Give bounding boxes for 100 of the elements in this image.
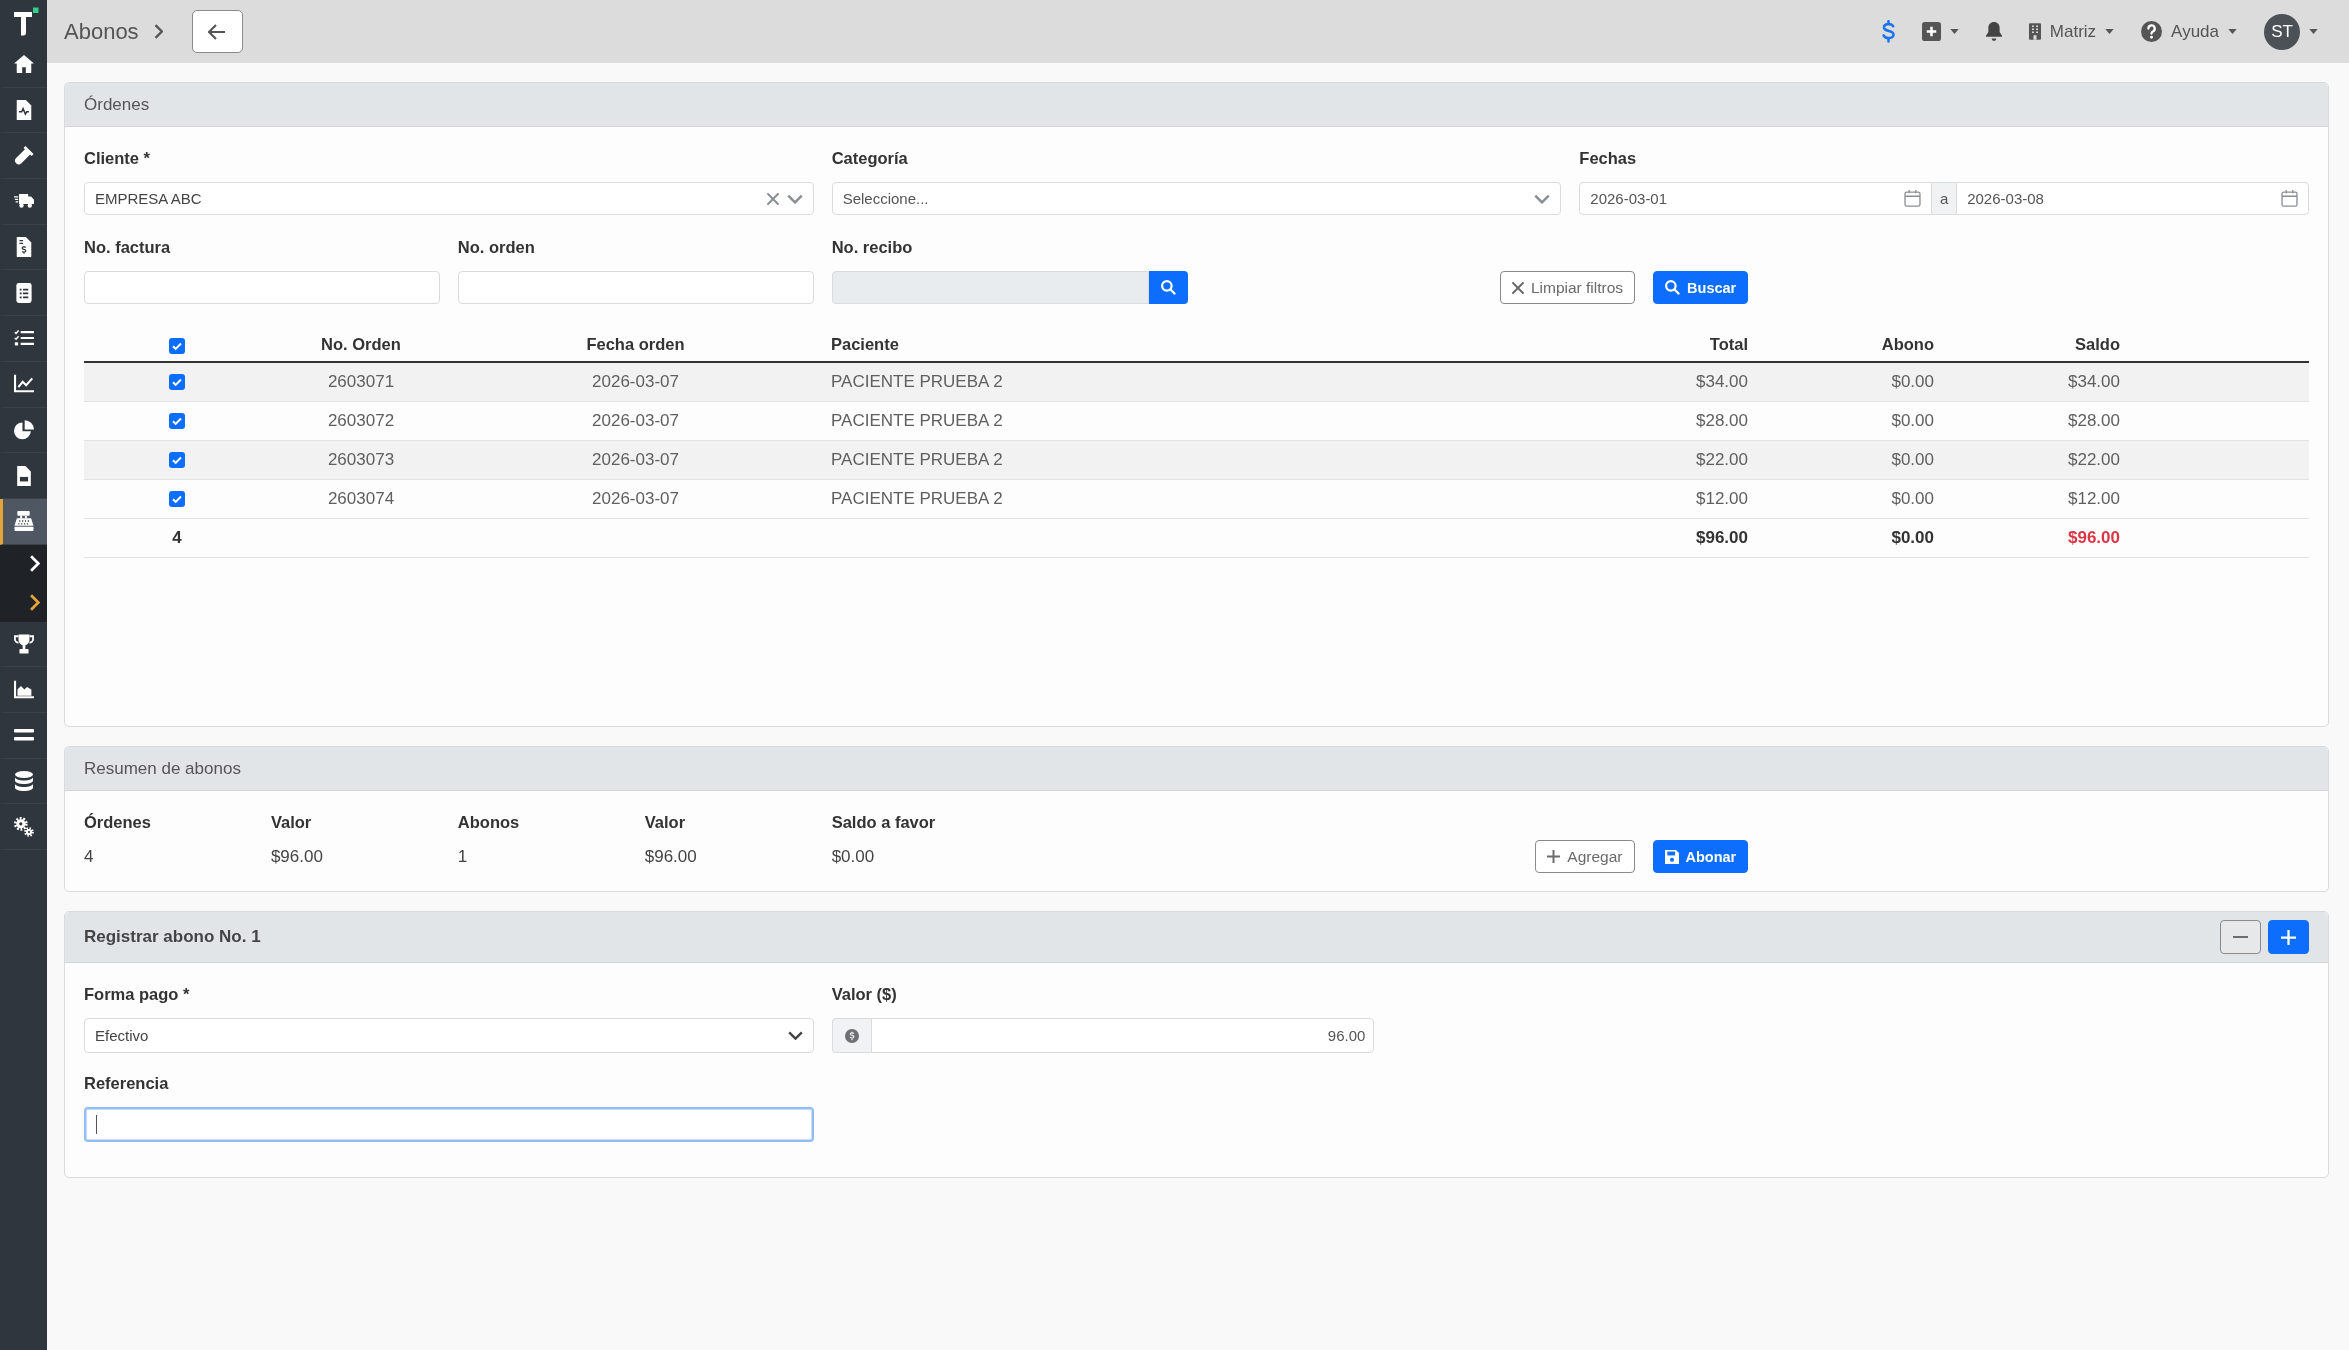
field-label: Referencia bbox=[84, 1073, 170, 1094]
test-tube-icon bbox=[13, 145, 34, 166]
table-cell: $34.00 bbox=[1696, 371, 1748, 391]
user-menu-button[interactable]: ST bbox=[2264, 13, 2318, 50]
caret-icon bbox=[1949, 29, 1959, 34]
amount-field[interactable]: 96.00 bbox=[870, 1018, 1375, 1053]
table-cell: 2026-03-07 bbox=[592, 488, 679, 508]
remove-button[interactable] bbox=[2220, 920, 2261, 954]
add-menu-button[interactable] bbox=[1921, 22, 1959, 41]
summary-label: Abonos bbox=[457, 812, 521, 833]
add-button[interactable]: Agregar bbox=[1535, 840, 1635, 873]
table-cell: $34.00 bbox=[2068, 371, 2120, 391]
back-button[interactable] bbox=[191, 10, 243, 53]
table-cell: 2026-03-07 bbox=[592, 449, 679, 469]
card-title: Órdenes bbox=[84, 94, 150, 115]
column-header: Fecha orden bbox=[586, 335, 685, 353]
table-cell: 2026-03-07 bbox=[592, 410, 679, 430]
chevron-down-icon bbox=[787, 1031, 803, 1040]
table-cell: PACIENTE PRUEBA 2 bbox=[831, 449, 1003, 469]
chevron-down-icon bbox=[1534, 193, 1551, 204]
close-icon bbox=[1511, 281, 1524, 294]
question-circle-icon bbox=[2141, 21, 2163, 42]
column-header: Abono bbox=[1881, 335, 1934, 353]
sidebar-toggle[interactable] bbox=[0, 583, 47, 622]
cash-register-icon bbox=[13, 511, 34, 532]
database-icon bbox=[13, 770, 34, 791]
receipt-search-button[interactable] bbox=[1148, 271, 1188, 304]
caret-icon bbox=[2228, 29, 2237, 34]
summary-label: Valor bbox=[270, 812, 313, 833]
pay-button[interactable]: Abonar bbox=[1652, 840, 1749, 873]
branch-menu-button[interactable]: Matriz bbox=[2028, 21, 2115, 42]
summary-value: $96.00 bbox=[644, 846, 698, 867]
clear-filters-button[interactable]: Limpiar filtros bbox=[1499, 271, 1636, 304]
field-label: No. recibo bbox=[831, 237, 914, 258]
payment-method-select[interactable]: Efectivo bbox=[84, 1018, 814, 1053]
table-cell: $28.00 bbox=[2068, 410, 2120, 430]
field-label: No. factura bbox=[84, 237, 172, 258]
text-cursor-icon bbox=[96, 1115, 97, 1134]
summary-value: $96.00 bbox=[270, 846, 324, 867]
row-checkbox[interactable] bbox=[169, 452, 185, 468]
table-cell: PACIENTE PRUEBA 2 bbox=[831, 371, 1003, 391]
table-cell: $22.00 bbox=[1696, 449, 1748, 469]
search-button[interactable]: Buscar bbox=[1653, 271, 1749, 304]
bell-icon[interactable] bbox=[1985, 22, 2002, 41]
field-label: Fechas bbox=[1579, 148, 1638, 169]
total-cell: $0.00 bbox=[1891, 527, 1934, 547]
field-label: Forma pago * bbox=[84, 984, 191, 1005]
help-menu-button[interactable]: Ayuda bbox=[2141, 21, 2237, 42]
sidebar-toggle[interactable] bbox=[0, 544, 47, 584]
save-icon bbox=[1664, 849, 1679, 864]
calendar-icon bbox=[2281, 190, 2298, 207]
order-field[interactable] bbox=[457, 271, 814, 304]
date-field[interactable]: 2026-03-01 bbox=[1579, 182, 1933, 215]
date-field[interactable]: 2026-03-08 bbox=[1956, 182, 2309, 215]
table-cell: $12.00 bbox=[2068, 488, 2120, 508]
plus-square-icon bbox=[1921, 22, 1941, 41]
table-cell: $12.00 bbox=[1696, 488, 1748, 508]
summary-label: Órdenes bbox=[84, 812, 152, 833]
home-icon bbox=[13, 54, 34, 75]
line-chart-icon bbox=[13, 374, 34, 395]
row-checkbox[interactable] bbox=[169, 413, 185, 429]
table-cell: 2026-03-07 bbox=[592, 371, 679, 391]
client-select[interactable]: EMPRESA ABC bbox=[84, 182, 814, 215]
chevron-right-icon bbox=[29, 593, 40, 611]
column-header: No. Orden bbox=[321, 335, 401, 353]
trophy-icon bbox=[13, 633, 34, 654]
caret-icon bbox=[2309, 29, 2318, 34]
table-cell: PACIENTE PRUEBA 2 bbox=[831, 410, 1003, 430]
checklist-icon bbox=[13, 328, 34, 349]
plus-icon bbox=[2281, 929, 2296, 945]
dollar-icon[interactable] bbox=[1881, 20, 1895, 43]
table-cell: $28.00 bbox=[1696, 410, 1748, 430]
field-label: Cliente * bbox=[84, 148, 152, 169]
chevron-right-icon bbox=[29, 555, 40, 573]
user-avatar: ST bbox=[2264, 13, 2300, 50]
field-label: Valor ($) bbox=[831, 984, 898, 1005]
summary-value: 1 bbox=[457, 846, 469, 867]
table-cell: $0.00 bbox=[1891, 371, 1934, 391]
gears-icon bbox=[13, 816, 34, 837]
sidebar-item[interactable] bbox=[0, 498, 47, 545]
add-button[interactable] bbox=[2268, 920, 2309, 954]
clear-icon[interactable] bbox=[766, 192, 779, 205]
calendar-icon bbox=[1904, 190, 1922, 207]
table-cell: $0.00 bbox=[1891, 488, 1934, 508]
total-cell: $96.00 bbox=[2068, 527, 2120, 547]
select-all-checkbox[interactable] bbox=[169, 337, 185, 354]
row-checkbox[interactable] bbox=[169, 374, 185, 391]
invoice-field[interactable] bbox=[84, 271, 440, 304]
reference-field[interactable] bbox=[84, 1107, 814, 1142]
table-cell: $0.00 bbox=[1891, 410, 1934, 430]
total-cell: $96.00 bbox=[1696, 527, 1748, 547]
category-select[interactable]: Seleccione... bbox=[831, 182, 1562, 215]
summary-label: Valor bbox=[644, 812, 687, 833]
row-checkbox[interactable] bbox=[169, 491, 185, 507]
logo-icon bbox=[12, 6, 39, 36]
date-separator: a bbox=[1932, 182, 1957, 215]
summary-label: Saldo a favor bbox=[831, 812, 937, 833]
building-icon bbox=[2028, 22, 2041, 41]
plus-icon bbox=[1547, 850, 1561, 863]
card-title: Registrar abono No. 1 bbox=[84, 927, 261, 947]
